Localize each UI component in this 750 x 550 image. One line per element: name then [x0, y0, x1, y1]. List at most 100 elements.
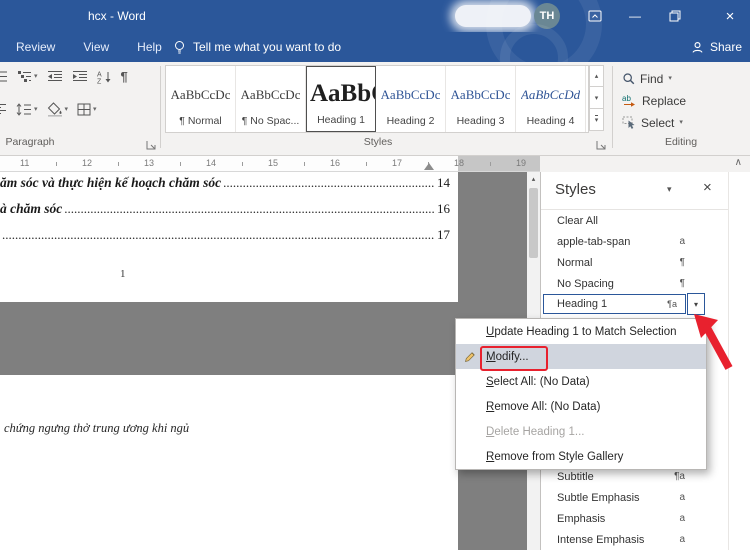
gallery-scroll-down-button[interactable]: ▾	[589, 87, 604, 109]
document-page-2[interactable]: chứng ngưng thở trung ương khi ngủ	[0, 375, 458, 550]
gallery-more-button[interactable]: ▾	[589, 109, 604, 131]
paragraph-group: ▾ AZ ¶ ▾ ▾ ▾	[0, 62, 162, 134]
collapse-ribbon-button[interactable]: ∧	[735, 157, 742, 168]
gallery-style-heading1[interactable]: AaBbCcDd Heading 1	[306, 66, 376, 132]
style-item-normal[interactable]: Normal ¶	[541, 252, 728, 273]
ribbon-tabs: Review View Help	[2, 32, 176, 62]
scroll-up-arrow[interactable]: ▴	[527, 172, 540, 186]
styles-pane-title: Styles	[555, 181, 596, 198]
ruler-number: 17	[392, 158, 402, 168]
decrease-indent-icon[interactable]	[47, 70, 63, 83]
styles-dialog-launcher[interactable]	[596, 140, 606, 150]
style-item-apple-tab-span[interactable]: apple-tab-span a	[541, 231, 728, 252]
style-item-subtle-emphasis[interactable]: Subtle Emphasis a	[541, 487, 728, 508]
ruler-number: 13	[144, 158, 154, 168]
multilevel-list-icon[interactable]: ▾	[17, 70, 38, 83]
replace-icon: ab	[622, 94, 637, 107]
close-icon: ×	[726, 8, 735, 25]
menu-item-select-all[interactable]: Select All: (No Data)	[456, 369, 706, 394]
gallery-style-heading2[interactable]: AaBbCcDc Heading 2	[376, 66, 446, 132]
borders-icon[interactable]: ▾	[77, 103, 97, 116]
ruler-number: 16	[330, 158, 340, 168]
ribbon-display-options-icon	[588, 10, 602, 22]
svg-text:Z: Z	[97, 78, 102, 84]
ribbon: ▾ AZ ¶ ▾ ▾ ▾ AaBbCcDc ¶ Normal AaBbCcDc	[0, 62, 750, 156]
document-page-1[interactable]: ăm sóc và thực hiện kế hoạch chăm sóc ..…	[0, 172, 458, 302]
style-item-intense-emphasis[interactable]: Intense Emphasis a	[541, 529, 728, 550]
tab-view[interactable]: View	[69, 32, 123, 62]
gallery-style-heading4[interactable]: AaBbCcDd Heading 4	[516, 66, 586, 132]
window-title: hcx - Word	[88, 0, 146, 32]
avatar[interactable]: TH	[534, 3, 560, 29]
ruler-number: 15	[268, 158, 278, 168]
menu-item-remove-all[interactable]: Remove All: (No Data)	[456, 394, 706, 419]
gallery-style-no-spacing[interactable]: AaBbCcDc ¶ No Spac...	[236, 66, 306, 132]
sort-icon[interactable]: AZ	[97, 70, 112, 84]
style-item-heading1-selected: Heading 1 ¶a ▾	[541, 294, 728, 316]
paragraph-dialog-launcher[interactable]	[146, 140, 156, 150]
close-button[interactable]: ×	[710, 0, 750, 32]
style-item-heading1[interactable]: Heading 1 ¶a	[543, 294, 686, 314]
gallery-scroll: ▴ ▾ ▾	[589, 65, 604, 131]
ruler-number: 14	[206, 158, 216, 168]
menu-item-update-heading1[interactable]: Update Heading 1 to Match Selection	[456, 319, 706, 344]
table-of-contents: ăm sóc và thực hiện kế hoạch chăm sóc ..…	[0, 175, 450, 253]
heading1-dropdown-button[interactable]: ▾	[687, 293, 705, 315]
editing-group-label: Editing	[612, 136, 750, 154]
document-workspace: ăm sóc và thực hiện kế hoạch chăm sóc ..…	[0, 172, 750, 550]
increase-indent-icon[interactable]	[72, 70, 88, 83]
ribbon-tab-bar: Review View Help Tell me what you want t…	[0, 32, 750, 62]
toc-entry: ăm sóc và thực hiện kế hoạch chăm sóc ..…	[0, 175, 450, 201]
share-button[interactable]: Share	[691, 32, 742, 62]
restore-button[interactable]	[655, 0, 695, 32]
scrollbar-thumb[interactable]	[529, 188, 538, 258]
shading-icon[interactable]: ▾	[47, 102, 69, 117]
menu-item-remove-from-gallery[interactable]: Remove from Style Gallery	[456, 444, 706, 469]
svg-text:ab: ab	[622, 94, 631, 103]
menu-item-modify[interactable]: Modify...	[456, 344, 706, 369]
ruler-number: 18	[454, 158, 464, 168]
gallery-style-normal[interactable]: AaBbCcDc ¶ Normal	[166, 66, 236, 132]
ruler-row: 11 12 13 14 15 16 17 18 19 ∧	[0, 156, 750, 172]
gallery-scroll-up-button[interactable]: ▴	[589, 65, 604, 87]
share-label: Share	[710, 40, 742, 54]
title-bar: hcx - Word TH — ×	[0, 0, 750, 32]
styles-pane-header: Styles ▾ ×	[541, 172, 728, 210]
svg-text:A: A	[97, 71, 102, 78]
tell-me-box[interactable]: Tell me what you want to do	[163, 32, 351, 62]
restore-icon	[669, 10, 681, 22]
pane-close-icon[interactable]: ×	[703, 179, 712, 196]
show-paragraph-marks-icon[interactable]: ¶	[121, 69, 128, 84]
styles-group-label: Styles	[160, 136, 596, 154]
replace-button[interactable]: ab Replace	[622, 90, 686, 111]
style-item-no-spacing[interactable]: No Spacing ¶	[541, 273, 728, 294]
right-indent-marker[interactable]	[424, 163, 434, 170]
ribbon-display-options-button[interactable]	[575, 0, 615, 32]
line-spacing-icon[interactable]: ▾	[16, 103, 38, 116]
minimize-icon: —	[629, 9, 641, 23]
page-number: 1	[120, 268, 126, 280]
modify-icon	[464, 350, 477, 363]
gallery-style-heading3[interactable]: AaBbCcDc Heading 3	[446, 66, 516, 132]
horizontal-ruler: 11 12 13 14 15 16 17 18 19	[0, 156, 540, 172]
find-icon	[622, 72, 635, 85]
toc-entry: à chăm sóc .............................…	[0, 201, 450, 227]
redacted-user-name	[455, 5, 531, 27]
styles-gallery: AaBbCcDc ¶ Normal AaBbCcDc ¶ No Spac... …	[165, 65, 589, 133]
numbered-list-icon[interactable]	[0, 70, 8, 83]
tab-review[interactable]: Review	[2, 32, 69, 62]
ruler-number: 11	[20, 158, 29, 168]
pane-options-chevron-icon[interactable]: ▾	[667, 184, 672, 195]
select-icon	[622, 116, 636, 129]
toc-entry: ........................................…	[0, 227, 450, 253]
menu-item-delete-heading1: Delete Heading 1...	[456, 419, 706, 444]
paragraph-group-label: Paragraph	[0, 136, 108, 154]
word-window: hcx - Word TH — × Review View Help	[0, 0, 750, 550]
minimize-button[interactable]: —	[615, 0, 655, 32]
find-button[interactable]: Find ▾	[622, 68, 672, 89]
align-left-icon[interactable]	[0, 103, 7, 116]
lightbulb-icon	[173, 40, 186, 55]
style-item-emphasis[interactable]: Emphasis a	[541, 508, 728, 529]
select-button[interactable]: Select ▾	[622, 112, 683, 133]
style-item-clear-all[interactable]: Clear All	[541, 210, 728, 231]
